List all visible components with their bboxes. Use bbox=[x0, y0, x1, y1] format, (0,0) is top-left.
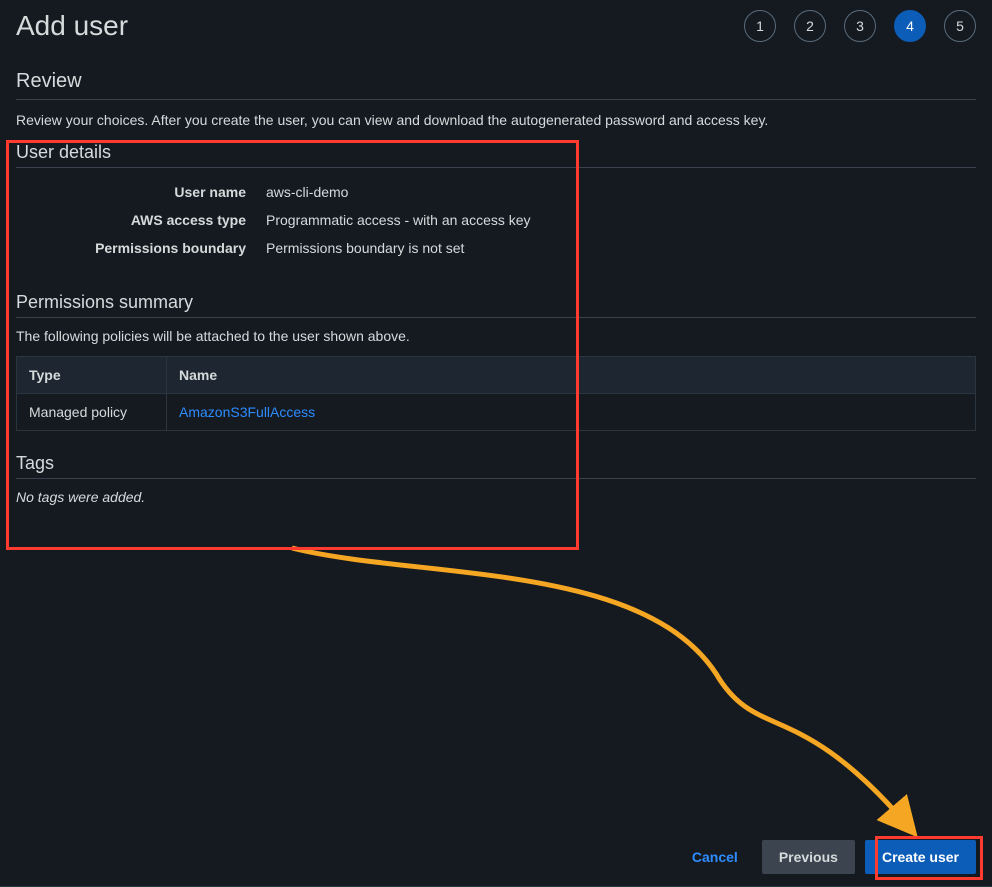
wizard-step-5[interactable]: 5 bbox=[944, 10, 976, 42]
wizard-steps: 1 2 3 4 5 bbox=[744, 10, 976, 42]
user-detail-row: Permissions boundary Permissions boundar… bbox=[16, 234, 976, 262]
permissions-table: Type Name Managed policy AmazonS3FullAcc… bbox=[16, 356, 976, 431]
policy-type: Managed policy bbox=[17, 394, 167, 431]
review-description: Review your choices. After you create th… bbox=[16, 112, 976, 128]
review-heading: Review bbox=[16, 70, 976, 100]
user-detail-label: User name bbox=[16, 184, 266, 200]
table-row: Managed policy AmazonS3FullAccess bbox=[17, 394, 976, 431]
create-user-button[interactable]: Create user bbox=[865, 840, 976, 874]
page-title: Add user bbox=[16, 10, 128, 42]
wizard-step-3[interactable]: 3 bbox=[844, 10, 876, 42]
policy-name-link[interactable]: AmazonS3FullAccess bbox=[167, 394, 976, 431]
wizard-step-1[interactable]: 1 bbox=[744, 10, 776, 42]
wizard-footer: Cancel Previous Create user bbox=[0, 827, 992, 887]
tags-empty-text: No tags were added. bbox=[16, 489, 976, 505]
cancel-button[interactable]: Cancel bbox=[678, 841, 752, 873]
user-detail-label: AWS access type bbox=[16, 212, 266, 228]
permissions-summary-heading: Permissions summary bbox=[16, 292, 976, 318]
previous-button[interactable]: Previous bbox=[762, 840, 855, 874]
user-detail-value: Permissions boundary is not set bbox=[266, 240, 464, 256]
user-details-heading: User details bbox=[16, 142, 976, 168]
wizard-step-2[interactable]: 2 bbox=[794, 10, 826, 42]
tags-heading: Tags bbox=[16, 453, 976, 479]
permissions-col-name[interactable]: Name bbox=[167, 357, 976, 394]
user-detail-value: Programmatic access - with an access key bbox=[266, 212, 531, 228]
permissions-summary-description: The following policies will be attached … bbox=[16, 328, 976, 344]
user-detail-value: aws-cli-demo bbox=[266, 184, 348, 200]
user-detail-row: User name aws-cli-demo bbox=[16, 178, 976, 206]
permissions-col-type[interactable]: Type bbox=[17, 357, 167, 394]
wizard-step-4[interactable]: 4 bbox=[894, 10, 926, 42]
user-detail-label: Permissions boundary bbox=[16, 240, 266, 256]
user-detail-row: AWS access type Programmatic access - wi… bbox=[16, 206, 976, 234]
